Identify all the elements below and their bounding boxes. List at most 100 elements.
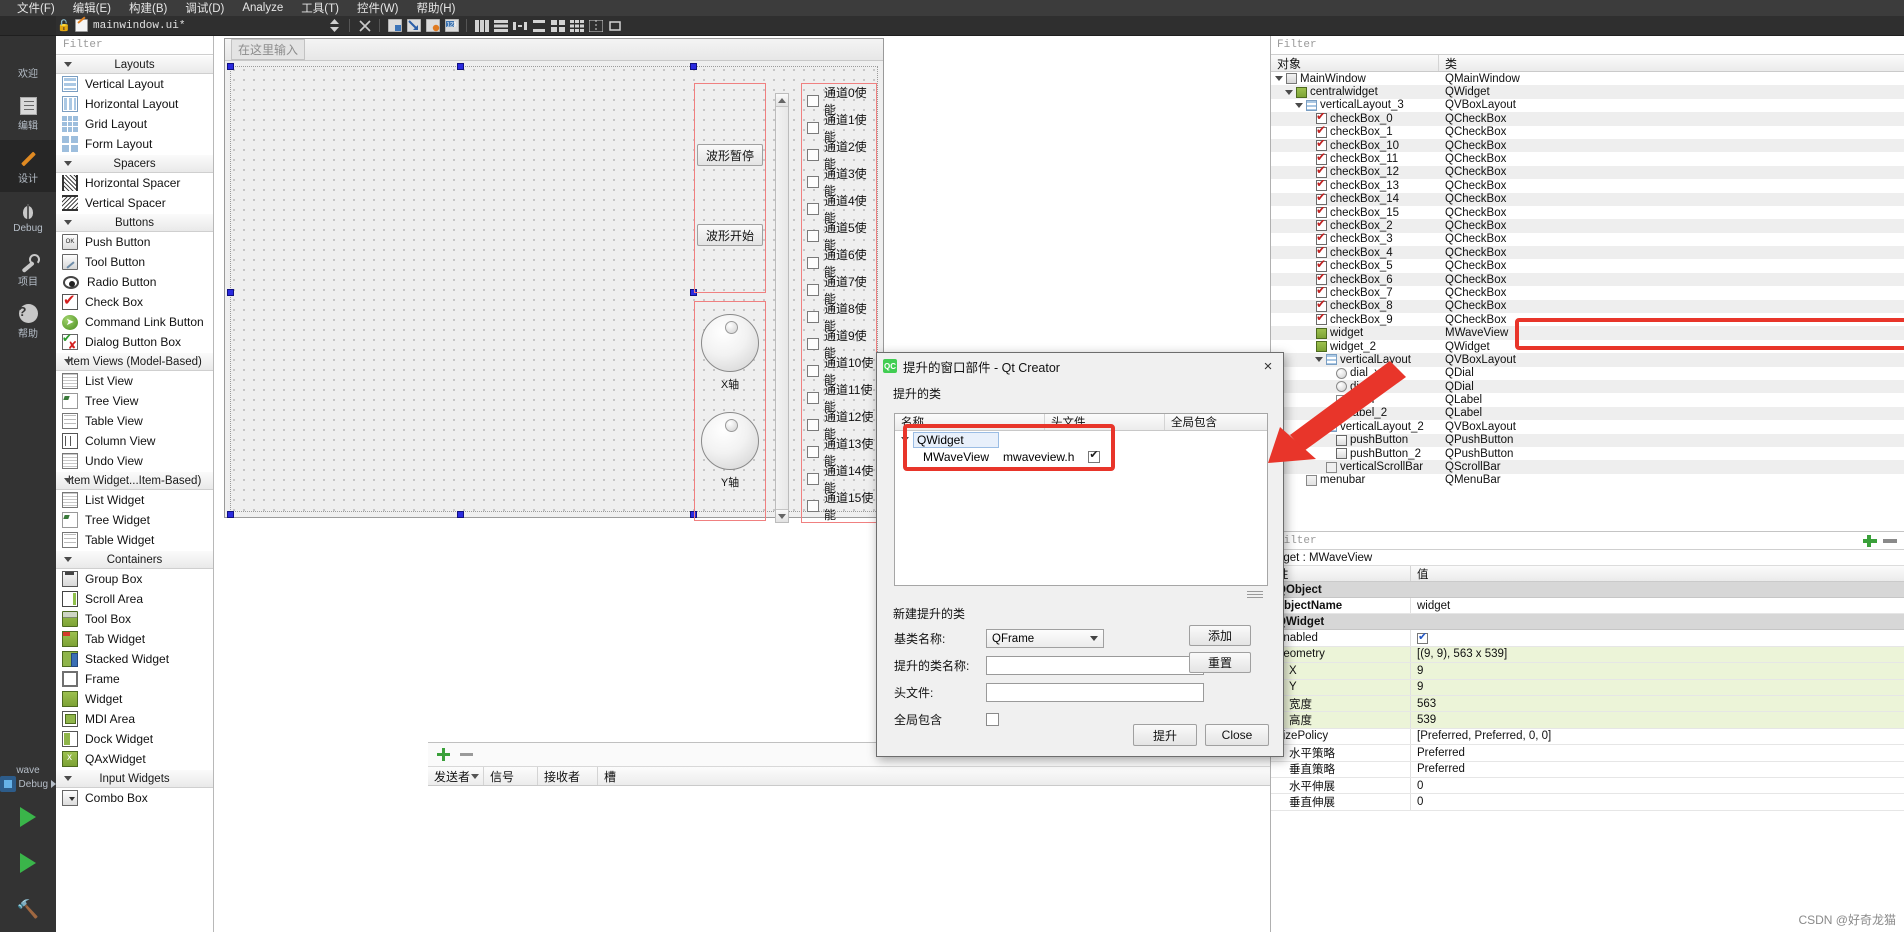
palette-item-list-view[interactable]: List View — [56, 371, 213, 391]
chevron-down-icon[interactable] — [901, 437, 909, 442]
menu-item-file[interactable]: 文件(F) — [8, 0, 64, 16]
property-row[interactable]: sizePolicy [Preferred, Preferred, 0, 0] — [1271, 728, 1904, 746]
property-value[interactable]: 9 — [1411, 679, 1904, 695]
checkbox-box[interactable] — [807, 175, 819, 188]
debug-run-button[interactable] — [0, 840, 56, 886]
object-tree-row[interactable]: checkBox_14 QCheckBox — [1271, 192, 1904, 206]
chevron-down-icon[interactable] — [1315, 357, 1323, 363]
global-include-toggle[interactable] — [986, 713, 999, 726]
menu-item-help[interactable]: 帮助(H) — [407, 0, 464, 16]
palette-item-frame[interactable]: Frame — [56, 669, 213, 689]
header-file-input[interactable] — [986, 683, 1204, 702]
promoted-tree-child[interactable]: MWaveView mwaveview.h — [895, 448, 1267, 465]
property-value[interactable]: 563 — [1411, 695, 1904, 712]
layout-break-icon[interactable] — [587, 18, 604, 34]
scrollbar-up-arrow[interactable] — [776, 94, 788, 107]
form-button-pause[interactable]: 波形暂停 — [697, 144, 763, 166]
palette-item-combo-box[interactable]: Combo Box — [56, 788, 213, 808]
object-tree-row[interactable]: checkBox_4 QCheckBox — [1271, 246, 1904, 260]
palette-item-widget[interactable]: Widget — [56, 689, 213, 709]
close-button[interactable]: Close — [1205, 724, 1269, 746]
property-checkbox[interactable] — [1417, 630, 1428, 644]
activity-design[interactable]: 设计 — [0, 140, 56, 192]
checkbox-box[interactable] — [807, 94, 819, 107]
palette-item-tab-widget[interactable]: Tab Widget — [56, 629, 213, 649]
close-icon[interactable]: × — [1260, 358, 1276, 375]
dialog-resize-grip[interactable] — [1247, 591, 1263, 600]
palette-item-column-view[interactable]: Column View — [56, 431, 213, 451]
property-value[interactable]: 9 — [1411, 663, 1904, 679]
column-sender[interactable]: 发送者 — [428, 767, 484, 785]
property-row[interactable]: enabled — [1271, 630, 1904, 647]
chevron-down-icon[interactable] — [1285, 89, 1293, 95]
object-tree-row[interactable]: menubar QMenuBar — [1271, 474, 1904, 487]
promoted-base-class[interactable]: QWidget — [913, 431, 999, 448]
palette-group-item-views[interactable]: Item Views (Model-Based) — [56, 352, 213, 371]
layout-splitter-v-icon[interactable] — [530, 18, 547, 34]
checkbox-box[interactable] — [807, 148, 819, 161]
object-tree-row[interactable]: checkBox_9 QCheckBox — [1271, 313, 1904, 326]
checkbox-box[interactable] — [807, 256, 819, 269]
property-row[interactable]: 垂直伸展 0 — [1271, 794, 1904, 811]
checkbox-box[interactable] — [807, 229, 819, 242]
palette-item-vertical-spacer[interactable]: Vertical Spacer — [56, 193, 213, 213]
property-editor-filter[interactable]: Filter — [1271, 531, 1904, 550]
resize-handle-tc[interactable] — [457, 63, 464, 70]
chevron-down-icon[interactable] — [1275, 76, 1283, 82]
layout-splitter-h-icon[interactable] — [511, 18, 528, 34]
object-tree-row[interactable]: checkBox_1 QCheckBox — [1271, 126, 1904, 139]
base-class-select[interactable]: QFrame — [986, 629, 1104, 648]
menu-item-analyze[interactable]: Analyze — [233, 2, 292, 14]
palette-item-push-button[interactable]: OK Push Button — [56, 232, 213, 252]
close-icon[interactable] — [356, 18, 373, 34]
resize-handle-bl[interactable] — [227, 511, 234, 518]
object-tree-row[interactable]: widget MWaveView — [1271, 326, 1904, 340]
split-updown-icon[interactable] — [326, 18, 343, 34]
promoted-tree-parent[interactable]: QWidget — [895, 431, 1267, 448]
palette-item-tool-button[interactable]: Tool Button — [56, 252, 213, 272]
activity-welcome[interactable]: 欢迎 — [0, 36, 56, 88]
oi-col-class[interactable]: 类 — [1439, 55, 1904, 71]
checkbox-box[interactable] — [807, 310, 819, 323]
form-menubar-placeholder[interactable]: 在这里输入 — [231, 39, 306, 60]
edit-signals-slots-icon[interactable] — [405, 18, 422, 34]
palette-item-grid-layout[interactable]: Grid Layout — [56, 114, 213, 134]
add-property-icon[interactable] — [1862, 534, 1878, 548]
object-tree-row[interactable]: checkBox_13 QCheckBox — [1271, 179, 1904, 192]
adjust-size-icon[interactable] — [606, 18, 623, 34]
palette-item-vertical-layout[interactable]: Vertical Layout — [56, 74, 213, 94]
property-row[interactable]: geometry [(9, 9), 563 x 539] — [1271, 646, 1904, 664]
build-button[interactable]: 🔨 — [0, 886, 56, 932]
object-tree-row[interactable]: verticalLayout_2 QVBoxLayout — [1271, 420, 1904, 433]
palette-group-buttons[interactable]: Buttons — [56, 213, 213, 232]
reset-button[interactable]: 重置 — [1189, 652, 1251, 673]
checkbox-box[interactable] — [807, 445, 819, 458]
object-tree-row[interactable]: checkBox_2 QCheckBox — [1271, 219, 1904, 233]
menu-item-tools[interactable]: 工具(T) — [292, 0, 348, 16]
kit-selector[interactable]: wave Debug — [0, 761, 56, 794]
palette-group-containers[interactable]: Containers — [56, 550, 213, 569]
object-tree-row[interactable]: checkBox_10 QCheckBox — [1271, 138, 1904, 153]
object-tree-row[interactable]: checkBox_3 QCheckBox — [1271, 233, 1904, 246]
menu-item-debug[interactable]: 调试(D) — [176, 0, 233, 16]
object-tree-row[interactable]: checkBox_15 QCheckBox — [1271, 206, 1904, 219]
property-value[interactable]: [(9, 9), 563 x 539] — [1411, 646, 1904, 663]
object-tree-row[interactable]: checkBox_6 QCheckBox — [1271, 272, 1904, 287]
checkbox-box[interactable] — [807, 418, 819, 431]
object-tree-row[interactable]: checkBox_8 QCheckBox — [1271, 299, 1904, 314]
activity-projects[interactable]: 项目 — [0, 244, 56, 296]
edit-widgets-icon[interactable] — [386, 18, 403, 34]
ptable-col-header[interactable]: 头文件 — [1045, 414, 1165, 430]
form-vertical-scrollbar[interactable] — [775, 93, 789, 523]
palette-group-layouts[interactable]: Layouts — [56, 55, 213, 74]
unlock-icon[interactable]: 🔓 — [56, 19, 72, 32]
property-row[interactable]: 垂直策略 Preferred — [1271, 761, 1904, 778]
resize-handle-ml[interactable] — [227, 289, 234, 296]
object-tree-row[interactable]: MainWindow QMainWindow — [1271, 72, 1904, 85]
palette-group-spacers[interactable]: Spacers — [56, 154, 213, 173]
checkbox-box[interactable] — [807, 202, 819, 215]
promoted-class-name-input[interactable] — [986, 656, 1204, 675]
object-tree-row[interactable]: label_2 QLabel — [1271, 406, 1904, 421]
property-row[interactable]: objectName widget — [1271, 598, 1904, 615]
palette-item-mdi-area[interactable]: MDI Area — [56, 709, 213, 729]
